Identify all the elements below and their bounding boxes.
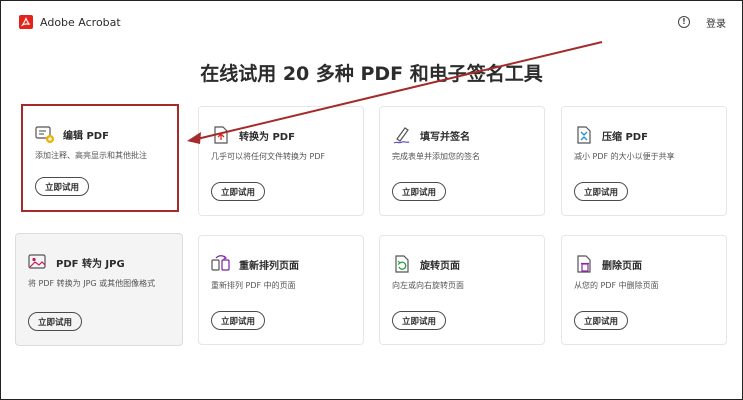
tool-description: 几乎可以将任何文件转换为 PDF xyxy=(211,152,326,161)
tool-description: 完成表单并添加您的签名 xyxy=(392,152,480,161)
login-link[interactable]: 登录 xyxy=(706,15,726,30)
compress-pdf-icon xyxy=(574,125,594,145)
brand-name: Adobe Acrobat xyxy=(40,15,121,29)
page-title: 在线试用 20 多种 PDF 和电子签名工具 xyxy=(200,63,543,85)
tool-title: 删除页面 xyxy=(602,260,642,272)
try-now-button[interactable]: 立即试用 xyxy=(392,311,447,330)
edit-pdf-icon xyxy=(35,124,55,144)
tool-title: PDF 转为 JPG xyxy=(56,258,125,270)
tool-title: 转换为 PDF xyxy=(239,131,295,143)
tool-card-edit-pdf[interactable]: 编辑 PDF 添加注释、高亮显示和其他批注 立即试用 xyxy=(21,104,179,212)
tool-description: 将 PDF 转换为 JPG 或其他图像格式 xyxy=(28,279,156,288)
tool-description: 减小 PDF 的大小以便于共享 xyxy=(574,152,675,161)
tool-title: 重新排列页面 xyxy=(239,260,299,272)
delete-pages-icon xyxy=(574,254,594,274)
tool-title: 旋转页面 xyxy=(420,260,460,272)
fill-sign-icon xyxy=(392,125,412,145)
pdf-to-jpg-icon xyxy=(28,252,48,272)
tool-card-reorder-pages[interactable]: 重新排列页面 重新排列 PDF 中的页面 立即试用 xyxy=(198,235,364,345)
reorder-pages-icon xyxy=(211,254,231,274)
try-now-button[interactable]: 立即试用 xyxy=(574,182,629,201)
top-bar: Adobe Acrobat ! 登录 xyxy=(1,1,742,43)
try-now-button[interactable]: 立即试用 xyxy=(35,177,90,196)
rotate-pages-icon xyxy=(392,254,412,274)
try-now-button[interactable]: 立即试用 xyxy=(211,182,266,201)
tool-card-rotate-pages[interactable]: 旋转页面 向左或向右旋转页面 立即试用 xyxy=(379,235,545,345)
brand[interactable]: Adobe Acrobat xyxy=(19,15,121,29)
tool-title: 编辑 PDF xyxy=(63,130,109,142)
tool-card-compress-pdf[interactable]: 压缩 PDF 减小 PDF 的大小以便于共享 立即试用 xyxy=(561,106,727,216)
tool-title: 压缩 PDF xyxy=(602,131,648,143)
tool-card-convert-to-pdf[interactable]: 转换为 PDF 几乎可以将任何文件转换为 PDF 立即试用 xyxy=(198,106,364,216)
help-circle-icon[interactable]: ! xyxy=(678,16,690,28)
tool-description: 向左或向右旋转页面 xyxy=(392,281,464,290)
tool-description: 从您的 PDF 中删除页面 xyxy=(574,281,659,290)
try-now-button[interactable]: 立即试用 xyxy=(28,312,83,331)
tool-description: 添加注释、高亮显示和其他批注 xyxy=(35,151,147,160)
convert-to-pdf-icon xyxy=(211,125,231,145)
tool-card-delete-pages[interactable]: 删除页面 从您的 PDF 中删除页面 立即试用 xyxy=(561,235,727,345)
try-now-button[interactable]: 立即试用 xyxy=(392,182,447,201)
tool-description: 重新排列 PDF 中的页面 xyxy=(211,281,296,290)
try-now-button[interactable]: 立即试用 xyxy=(574,311,629,330)
try-now-button[interactable]: 立即试用 xyxy=(211,311,266,330)
tool-card-fill-sign[interactable]: 填写并签名 完成表单并添加您的签名 立即试用 xyxy=(379,106,545,216)
tool-card-pdf-to-jpg[interactable]: PDF 转为 JPG 将 PDF 转换为 JPG 或其他图像格式 立即试用 xyxy=(15,233,183,346)
tool-title: 填写并签名 xyxy=(420,131,470,143)
adobe-logo-icon xyxy=(19,15,33,29)
